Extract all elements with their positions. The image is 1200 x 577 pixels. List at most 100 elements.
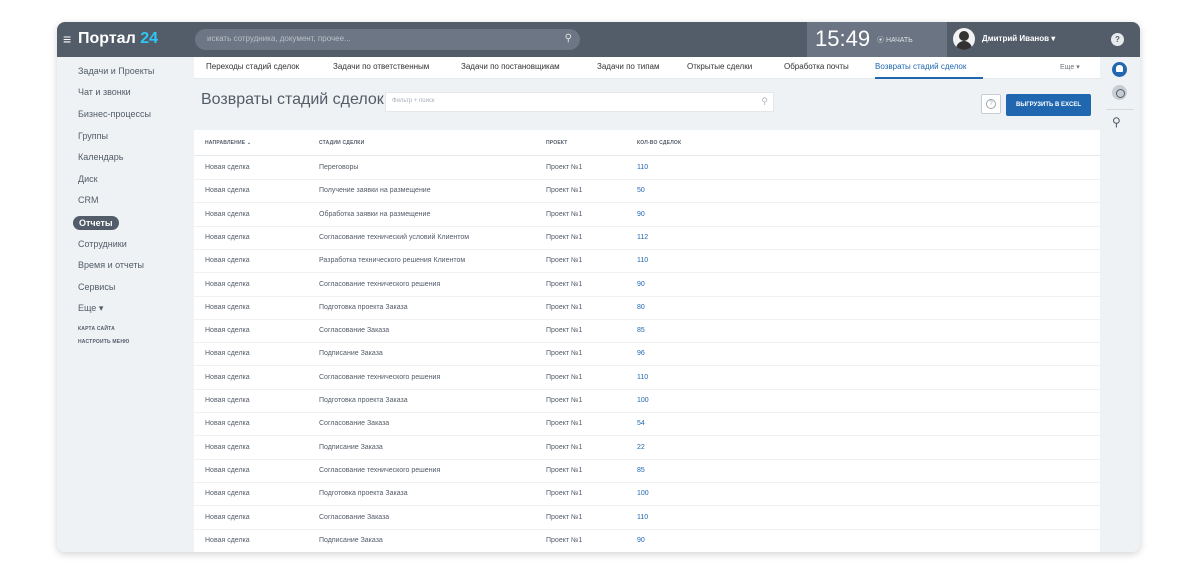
deal-count-link[interactable]: 96 (637, 350, 645, 357)
table-cell: Новая сделка (205, 490, 250, 498)
sidebar-item[interactable]: Время и отчеты (78, 259, 144, 271)
deal-count-link[interactable]: 112 (637, 234, 648, 241)
avatar[interactable] (953, 28, 975, 50)
tab[interactable]: Обработка почты (784, 62, 849, 71)
tab-more[interactable]: Еще ▾ (1060, 63, 1080, 71)
table-row[interactable]: Новая сделка Подготовка проекта Заказа Про… (194, 390, 1100, 413)
menu-icon[interactable]: ≡ (63, 30, 75, 48)
deal-count-link[interactable]: 110 (637, 257, 648, 264)
table-row[interactable]: Новая сделка Получение заявки на размещен… (194, 180, 1100, 204)
tab[interactable]: Возвраты стадий сделок (875, 62, 966, 71)
table-cell: Новая сделка (205, 257, 250, 265)
deal-count-link[interactable]: 110 (637, 374, 648, 381)
table-cell: Проект №1 (546, 350, 583, 358)
sidebar-item[interactable]: Календарь (78, 151, 123, 163)
table-row[interactable]: Новая сделка Согласование технического ре… (194, 274, 1100, 297)
table-cell: Разработка технического решения Клиентом (319, 257, 466, 265)
column-header[interactable]: НАПРАВЛЕНИЕ ⌄ (205, 140, 251, 146)
table-row[interactable]: Новая сделка Согласование технического ре… (194, 367, 1100, 390)
table-cell: Согласование Заказа (319, 420, 390, 428)
gear-icon: ? (986, 99, 996, 109)
user-menu[interactable]: Дмитрий Иванов ▾ (982, 34, 1055, 43)
deal-count-link[interactable]: 50 (637, 187, 645, 194)
table-cell: Проект №1 (546, 164, 583, 171)
sidebar-item[interactable]: Отчеты (73, 216, 119, 230)
table-cell: Проект №1 (546, 490, 583, 498)
sidebar-item[interactable]: CRM (78, 194, 99, 206)
deal-count-link[interactable]: 85 (637, 327, 645, 334)
deal-count-link[interactable]: 90 (637, 537, 645, 544)
deal-count-link[interactable]: 90 (637, 211, 645, 218)
sidebar-item[interactable]: Еще ▾ (78, 302, 103, 314)
table-cell: Согласование Заказа (319, 327, 390, 335)
table-row[interactable]: Новая сделка Согласование технический усл… (194, 227, 1100, 250)
sidebar-item[interactable]: Бизнес-процессы (78, 108, 151, 120)
table-row[interactable]: Новая сделка Согласование Заказа Проект №1… (194, 413, 1100, 437)
sidebar-item[interactable]: Сервисы (78, 281, 115, 293)
table-row[interactable]: Новая сделка Подписание Заказа Проект №1 90 (194, 530, 1100, 552)
site-map-link[interactable]: КАРТА САЙТА (78, 326, 115, 332)
table-cell: Подписание Заказа (319, 536, 383, 544)
column-header: ПРОЕКТ (546, 140, 568, 146)
table-cell: Новая сделка (205, 187, 250, 195)
table-row[interactable]: Новая сделка Обработка заявки на размещен… (194, 204, 1100, 227)
table-row[interactable]: Новая сделка Согласование Заказа Проект №1… (194, 320, 1100, 344)
tab[interactable]: Задачи по типам (597, 62, 660, 71)
tab[interactable]: Открытые сделки (687, 62, 752, 71)
search-icon[interactable]: ⚲ (761, 96, 768, 107)
search-icon[interactable]: ⚲ (1112, 115, 1121, 129)
deal-count-link[interactable]: 22 (637, 444, 645, 451)
portal-logo[interactable]: Портал 24 (78, 29, 158, 49)
deal-count-link[interactable]: 54 (637, 420, 645, 427)
tab[interactable]: Задачи по ответственным (333, 62, 429, 71)
table-cell: Новая сделка (205, 536, 250, 544)
help-icon[interactable]: ? (1111, 33, 1124, 46)
sidebar-item[interactable]: Сотрудники (78, 238, 127, 250)
sidebar-item[interactable]: Чат и звонки (78, 86, 131, 98)
deal-count-link[interactable]: 85 (637, 467, 645, 474)
deal-count-link[interactable]: 80 (637, 304, 645, 311)
filter-search-input[interactable]: Фильтр + поиск ⚲ (385, 92, 774, 112)
table-cell: Проект №1 (546, 397, 583, 404)
table-cell: Проект №1 (546, 280, 583, 288)
table-row[interactable]: Новая сделка Разработка технического реше… (194, 250, 1100, 274)
table-cell: Согласование технического решения (319, 373, 441, 381)
table-cell: Подписание Заказа (319, 350, 383, 358)
tab[interactable]: Задачи по постановщикам (461, 62, 560, 71)
table-cell: Проект №1 (546, 303, 583, 311)
table-cell: Проект №1 (546, 373, 583, 381)
table-cell: Проект №1 (546, 420, 583, 428)
column-header: КОЛ-ВО СДЕЛОК (637, 140, 682, 146)
settings-button[interactable]: ? (981, 94, 1001, 114)
export-excel-button[interactable]: ВЫГРУЗИТЬ В EXCEL (1006, 94, 1091, 116)
sidebar-item[interactable]: Группы (78, 130, 108, 142)
table-row[interactable]: Новая сделка Переговоры Проект №1 110 (194, 157, 1100, 180)
deal-count-link[interactable]: 90 (637, 281, 645, 288)
table-cell: Новая сделка (205, 513, 250, 521)
table-row[interactable]: Новая сделка Согласование технического ре… (194, 460, 1100, 483)
tab[interactable]: Переходы стадий сделок (206, 62, 299, 71)
table-row[interactable]: Новая сделка Подготовка проекта Заказа Про… (194, 297, 1100, 320)
table-row[interactable]: Новая сделка Согласование Заказа Проект №1… (194, 507, 1100, 530)
global-search-input[interactable]: искать сотрудника, документ, прочее... ⚲ (195, 29, 580, 50)
search-icon[interactable]: ⚲ (565, 33, 572, 44)
right-toolbar: ⚲ (1100, 57, 1140, 552)
table-row[interactable]: Новая сделка Подготовка проекта Заказа Про… (194, 483, 1100, 507)
table-cell: Согласование технический условий Клиенто… (319, 233, 470, 241)
table-row[interactable]: Новая сделка Подписание Заказа Проект №1 22 (194, 437, 1100, 460)
notifications-icon[interactable] (1112, 62, 1127, 77)
sidebar-item[interactable]: Диск (78, 173, 98, 185)
table-cell: Новая сделка (205, 210, 250, 218)
chat-icon[interactable] (1112, 85, 1127, 100)
deal-count-link[interactable]: 110 (637, 514, 648, 521)
deal-count-link[interactable]: 100 (637, 490, 649, 497)
deal-count-link[interactable]: 100 (637, 397, 649, 404)
table-row[interactable]: Новая сделка Подписание Заказа Проект №1 96 (194, 343, 1100, 367)
deal-count-link[interactable]: 110 (637, 164, 648, 171)
search-placeholder: искать сотрудника, документ, прочее... (207, 34, 351, 43)
logo-number: 24 (140, 30, 158, 47)
start-workday-button[interactable]: ⦿ НАЧАТЬ (877, 35, 913, 45)
configure-menu-link[interactable]: НАСТРОИТЬ МЕНЮ (78, 339, 130, 345)
sidebar-item[interactable]: Задачи и Проекты (78, 65, 154, 77)
table-cell: Подготовка проекта Заказа (319, 303, 408, 311)
